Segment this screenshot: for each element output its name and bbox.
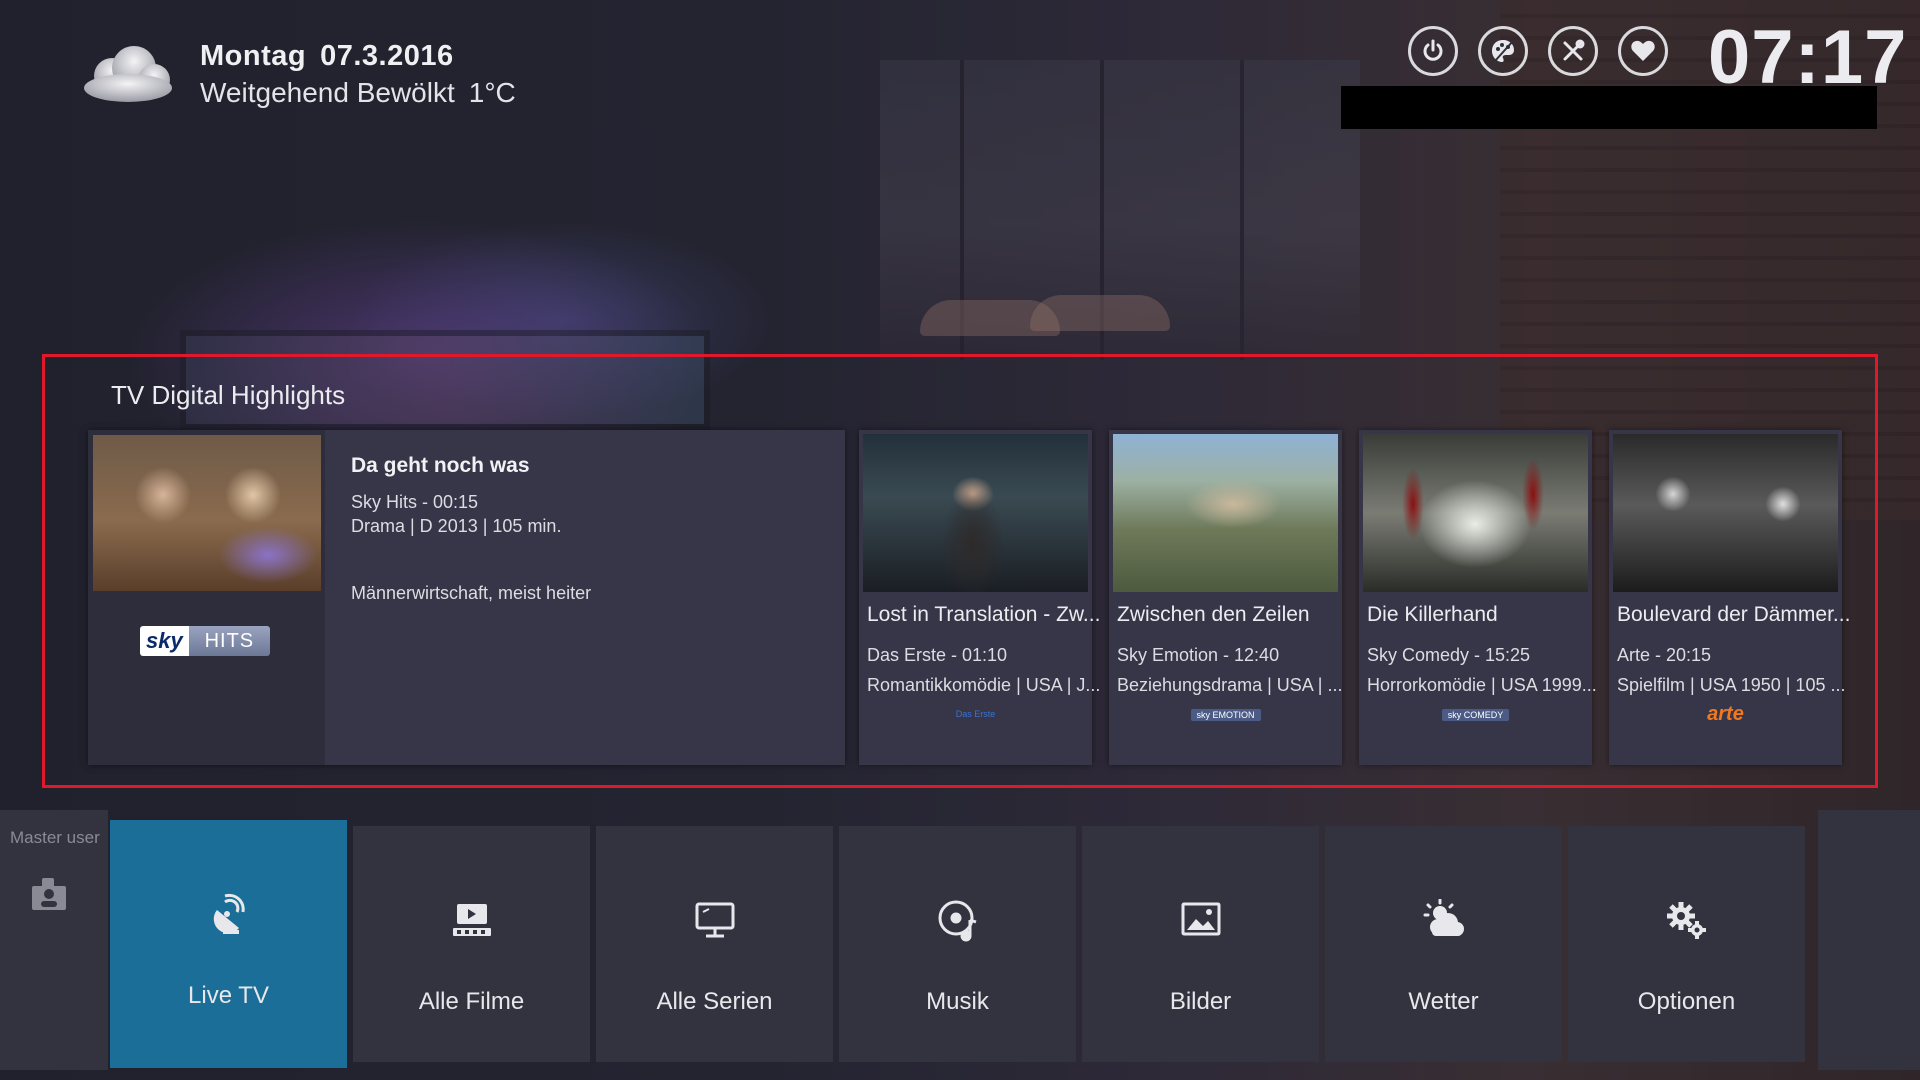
nav-musik[interactable]: Musik — [839, 826, 1076, 1062]
channel-logo: arte — [1707, 703, 1744, 725]
channel-logo: Das Erste — [955, 709, 996, 719]
section-title: TV Digital Highlights — [111, 380, 346, 410]
featured-channel-time: Sky Hits - 00:15 — [351, 492, 479, 512]
music-icon — [936, 898, 980, 942]
card-channel-time: Sky Comedy - 15:25 — [1367, 645, 1531, 665]
redaction-bar — [1341, 86, 1877, 129]
weather-icon — [1422, 898, 1466, 942]
user-label: Master user — [10, 828, 100, 847]
tv-highlights-section: TV Digital Highlights sky HITS Da geht n… — [42, 354, 1878, 788]
weather-condition: Weitgehend Bewölkt 1°C — [200, 77, 516, 108]
card-genre-info: Horrorkomödie | USA 1999... — [1367, 675, 1597, 695]
card-channel-time: Arte - 20:15 — [1617, 645, 1712, 665]
featured-thumbnail — [93, 435, 321, 591]
gears-icon — [1665, 898, 1709, 942]
power-icon[interactable] — [1408, 26, 1458, 76]
highlight-card[interactable]: Zwischen den Zeilen Sky Emotion - 12:40 … — [1109, 430, 1342, 765]
master-user-panel[interactable]: Master user — [0, 810, 108, 1070]
top-icon-bar — [1408, 26, 1668, 76]
highlight-card[interactable]: Boulevard der Dämmer... Arte - 20:15 Spi… — [1609, 430, 1850, 765]
nav-alle-serien[interactable]: Alle Serien — [596, 826, 833, 1062]
highlight-card[interactable]: Lost in Translation - Zw... Das Erste - … — [859, 430, 1100, 765]
card-thumbnail — [1363, 434, 1588, 592]
image-icon — [1179, 898, 1223, 942]
weather-date: Montag 07.3.2016 — [200, 40, 454, 72]
featured-genre-info: Drama | D 2013 | 105 min. — [351, 516, 562, 536]
featured-highlight[interactable]: sky HITS Da geht noch was Sky Hits - 00:… — [88, 430, 845, 765]
featured-title: Da geht noch was — [351, 454, 530, 477]
channel-logo: sky HITS — [140, 626, 270, 656]
card-channel-time: Das Erste - 01:10 — [867, 645, 1008, 665]
card-title: Boulevard der Dämmer... — [1617, 603, 1851, 626]
nav-alle-filme[interactable]: Alle Filme — [353, 826, 590, 1062]
card-title: Die Killerhand — [1367, 603, 1498, 626]
monitor-icon — [693, 898, 737, 942]
highlight-card[interactable]: Die Killerhand Sky Comedy - 15:25 Horror… — [1359, 430, 1597, 765]
user-icon — [28, 872, 70, 914]
heart-icon[interactable] — [1618, 26, 1668, 76]
satellite-icon — [207, 892, 251, 936]
palette-icon[interactable] — [1478, 26, 1528, 76]
nav-live-tv[interactable]: Live TV — [110, 820, 347, 1068]
tools-icon[interactable] — [1548, 26, 1598, 76]
nav-optionen[interactable]: Optionen — [1568, 826, 1805, 1062]
card-genre-info: Romantikkomödie | USA | J... — [867, 675, 1101, 695]
channel-logo: sky EMOTION — [1109, 709, 1342, 721]
nav-scroll-edge — [1818, 810, 1920, 1070]
featured-description: Männerwirtschaft, meist heiter — [351, 583, 592, 603]
nav-wetter[interactable]: Wetter — [1325, 826, 1562, 1062]
weather-widget[interactable]: Montag 07.3.2016 Weitgehend Bewölkt 1°C — [78, 40, 516, 109]
film-icon — [450, 898, 494, 942]
nav-bilder[interactable]: Bilder — [1082, 826, 1319, 1062]
channel-logo: sky COMEDY — [1359, 709, 1592, 721]
card-thumbnail — [1613, 434, 1838, 592]
card-genre-info: Beziehungsdrama | USA | ... — [1117, 675, 1343, 695]
card-channel-time: Sky Emotion - 12:40 — [1117, 645, 1280, 665]
cloud-icon — [78, 42, 174, 108]
card-title: Zwischen den Zeilen — [1117, 603, 1310, 626]
card-thumbnail — [1113, 434, 1338, 592]
card-title: Lost in Translation - Zw... — [867, 603, 1101, 626]
card-genre-info: Spielfilm | USA 1950 | 105 ... — [1617, 675, 1846, 695]
card-thumbnail — [863, 434, 1088, 592]
